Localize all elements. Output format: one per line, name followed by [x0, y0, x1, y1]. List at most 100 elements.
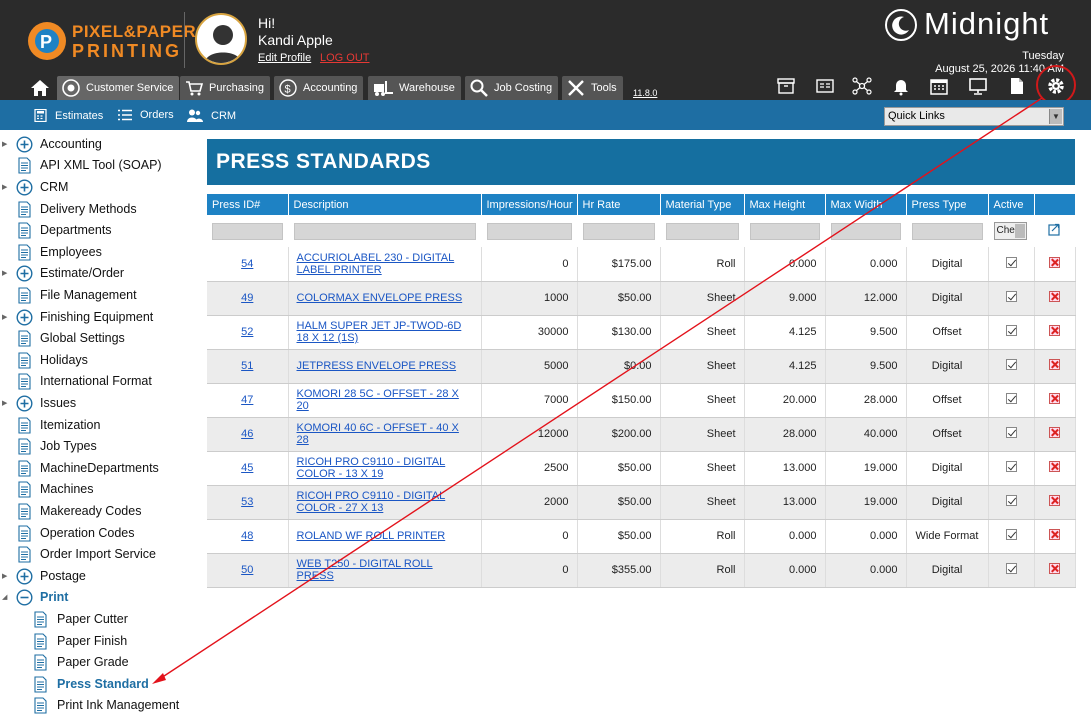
delete-icon[interactable]	[1049, 427, 1060, 438]
table-row[interactable]: 51 JETPRESS ENVELOPE PRESS 5000 $0.00 Sheet 4…	[207, 349, 1076, 384]
archive-icon[interactable]	[776, 76, 796, 96]
press-id-link[interactable]: 47	[241, 394, 253, 406]
plus-circle-icon[interactable]	[16, 136, 33, 153]
sidebar-item[interactable]: Departments	[0, 220, 200, 240]
expand-arrow-icon[interactable]: ▶	[2, 140, 10, 148]
sidebar-item[interactable]: ▶ Finishing Equipment	[0, 307, 200, 327]
filter-input[interactable]	[582, 222, 655, 240]
plus-circle-icon[interactable]	[16, 309, 33, 326]
document-icon[interactable]	[1007, 76, 1027, 96]
press-id-link[interactable]: 52	[241, 326, 253, 338]
table-row[interactable]: 47 KOMORI 28 5C - OFFSET - 28 X 20 7000 $15…	[207, 383, 1076, 418]
nav-tools[interactable]: Tools	[562, 76, 623, 100]
avatar[interactable]	[195, 13, 247, 65]
sidebar-item[interactable]: International Format	[0, 371, 200, 391]
column-header[interactable]: Active	[988, 194, 1035, 215]
delete-icon[interactable]	[1049, 563, 1060, 574]
expand-arrow-icon[interactable]: ▶	[2, 572, 10, 580]
edit-profile-link[interactable]: Edit Profile	[258, 52, 311, 64]
filter-input[interactable]	[749, 222, 820, 240]
nav-customer-service[interactable]: Customer Service	[57, 76, 180, 100]
bell-icon[interactable]	[891, 76, 911, 96]
filter-input[interactable]	[665, 222, 739, 240]
plus-circle-icon[interactable]	[16, 395, 33, 412]
sidebar-item[interactable]: Operation Codes	[0, 523, 200, 543]
filter-input[interactable]	[830, 222, 901, 240]
subnav-estimates[interactable]: Estimates	[34, 109, 103, 122]
sidebar-item[interactable]: Global Settings	[0, 328, 200, 348]
monitor-icon[interactable]	[968, 76, 988, 96]
sidebar-item[interactable]: Job Types	[0, 436, 200, 456]
expand-arrow-icon[interactable]: ▶	[2, 183, 10, 191]
sidebar-item[interactable]: ◢ Print	[0, 587, 200, 607]
press-description-link[interactable]: COLORMAX ENVELOPE PRESS	[297, 292, 463, 304]
company-logo[interactable]: P PIXEL&PAPER PRINTING	[26, 18, 196, 66]
plus-circle-icon[interactable]	[16, 568, 33, 585]
press-id-link[interactable]: 51	[241, 360, 253, 372]
active-checkbox[interactable]	[1005, 427, 1017, 438]
nav-warehouse[interactable]: Warehouse	[368, 76, 461, 100]
press-id-link[interactable]: 50	[241, 564, 253, 576]
column-header[interactable]: Description	[288, 194, 482, 215]
table-row[interactable]: 49 COLORMAX ENVELOPE PRESS 1000 $50.00 Sheet…	[207, 281, 1076, 316]
calendar-icon[interactable]	[929, 76, 949, 96]
delete-icon[interactable]	[1049, 461, 1060, 472]
nav-accounting[interactable]: $ Accounting	[274, 76, 364, 100]
nav-job-costing[interactable]: Job Costing	[465, 76, 559, 100]
delete-icon[interactable]	[1049, 393, 1060, 404]
active-filter-select[interactable]: Che	[993, 222, 1027, 240]
active-checkbox[interactable]	[1005, 359, 1017, 370]
filter-input[interactable]	[212, 222, 283, 240]
press-description-link[interactable]: KOMORI 40 6C - OFFSET - 40 X 28	[297, 422, 459, 446]
sidebar-item[interactable]: Makeready Codes	[0, 501, 200, 521]
sidebar-item[interactable]: Press Standard	[0, 674, 200, 694]
nav-purchasing[interactable]: Purchasing	[180, 76, 271, 100]
column-header[interactable]: Material Type	[660, 194, 745, 215]
column-header[interactable]: Press ID#	[207, 194, 289, 215]
press-id-link[interactable]: 53	[241, 496, 253, 508]
expand-arrow-icon[interactable]: ▶	[2, 313, 10, 321]
press-id-link[interactable]: 48	[241, 530, 253, 542]
sidebar-item[interactable]: Print Ink Management	[0, 695, 200, 715]
plus-circle-icon[interactable]	[16, 179, 33, 196]
delete-icon[interactable]	[1049, 325, 1060, 336]
delete-icon[interactable]	[1049, 529, 1060, 540]
delete-icon[interactable]	[1049, 256, 1060, 268]
press-description-link[interactable]: ACCURIOLABEL 230 - DIGITAL LABEL PRINTER	[297, 252, 455, 276]
column-header[interactable]: Hr Rate	[577, 194, 661, 215]
active-checkbox[interactable]	[1005, 325, 1017, 336]
home-icon[interactable]	[30, 78, 50, 98]
delete-icon[interactable]	[1049, 291, 1060, 302]
sidebar-item[interactable]: Employees	[0, 242, 200, 262]
sidebar-item[interactable]: ▶ Postage	[0, 566, 200, 586]
sidebar-item[interactable]: Itemization	[0, 415, 200, 435]
sidebar-item[interactable]: ▶ Accounting	[0, 134, 200, 154]
subnav-orders[interactable]: Orders	[118, 109, 174, 121]
sidebar-item[interactable]: Paper Grade	[0, 652, 200, 672]
sidebar-item[interactable]: ▶ Estimate/Order	[0, 263, 200, 283]
sidebar-item[interactable]: Order Import Service	[0, 544, 200, 564]
table-row[interactable]: 53 RICOH PRO C9110 - DIGITAL COLOR - 27 X…	[207, 485, 1076, 520]
press-description-link[interactable]: RICOH PRO C9110 - DIGITAL COLOR - 13 X 1…	[297, 456, 446, 480]
press-id-link[interactable]: 46	[241, 428, 253, 440]
active-checkbox[interactable]	[1005, 529, 1017, 540]
table-row[interactable]: 45 RICOH PRO C9110 - DIGITAL COLOR - 13 X…	[207, 451, 1076, 486]
active-checkbox[interactable]	[1005, 563, 1017, 574]
table-row[interactable]: 50 WEB T250 - DIGITAL ROLL PRESS 0 $355.00 R…	[207, 553, 1076, 588]
column-header[interactable]: Press Type	[906, 194, 989, 215]
column-header[interactable]: Max Width	[825, 194, 907, 215]
press-description-link[interactable]: HALM SUPER JET JP-TWOD-6D 18 X 12 (1S)	[297, 320, 462, 344]
sidebar-item[interactable]: ▶ Issues	[0, 393, 200, 413]
active-checkbox[interactable]	[1005, 461, 1017, 472]
press-description-link[interactable]: WEB T250 - DIGITAL ROLL PRESS	[297, 558, 433, 582]
delete-icon[interactable]	[1049, 495, 1060, 506]
column-header[interactable]: Max Height	[744, 194, 826, 215]
active-checkbox[interactable]	[1005, 495, 1017, 506]
delete-icon[interactable]	[1049, 359, 1060, 370]
sidebar-item[interactable]: ▶ CRM	[0, 177, 200, 197]
sidebar-item[interactable]: File Management	[0, 285, 200, 305]
subnav-crm[interactable]: CRM	[187, 109, 236, 122]
logout-link[interactable]: LOG OUT	[320, 52, 370, 64]
expand-arrow-icon[interactable]: ▶	[2, 399, 10, 407]
sidebar-item[interactable]: Paper Finish	[0, 631, 200, 651]
